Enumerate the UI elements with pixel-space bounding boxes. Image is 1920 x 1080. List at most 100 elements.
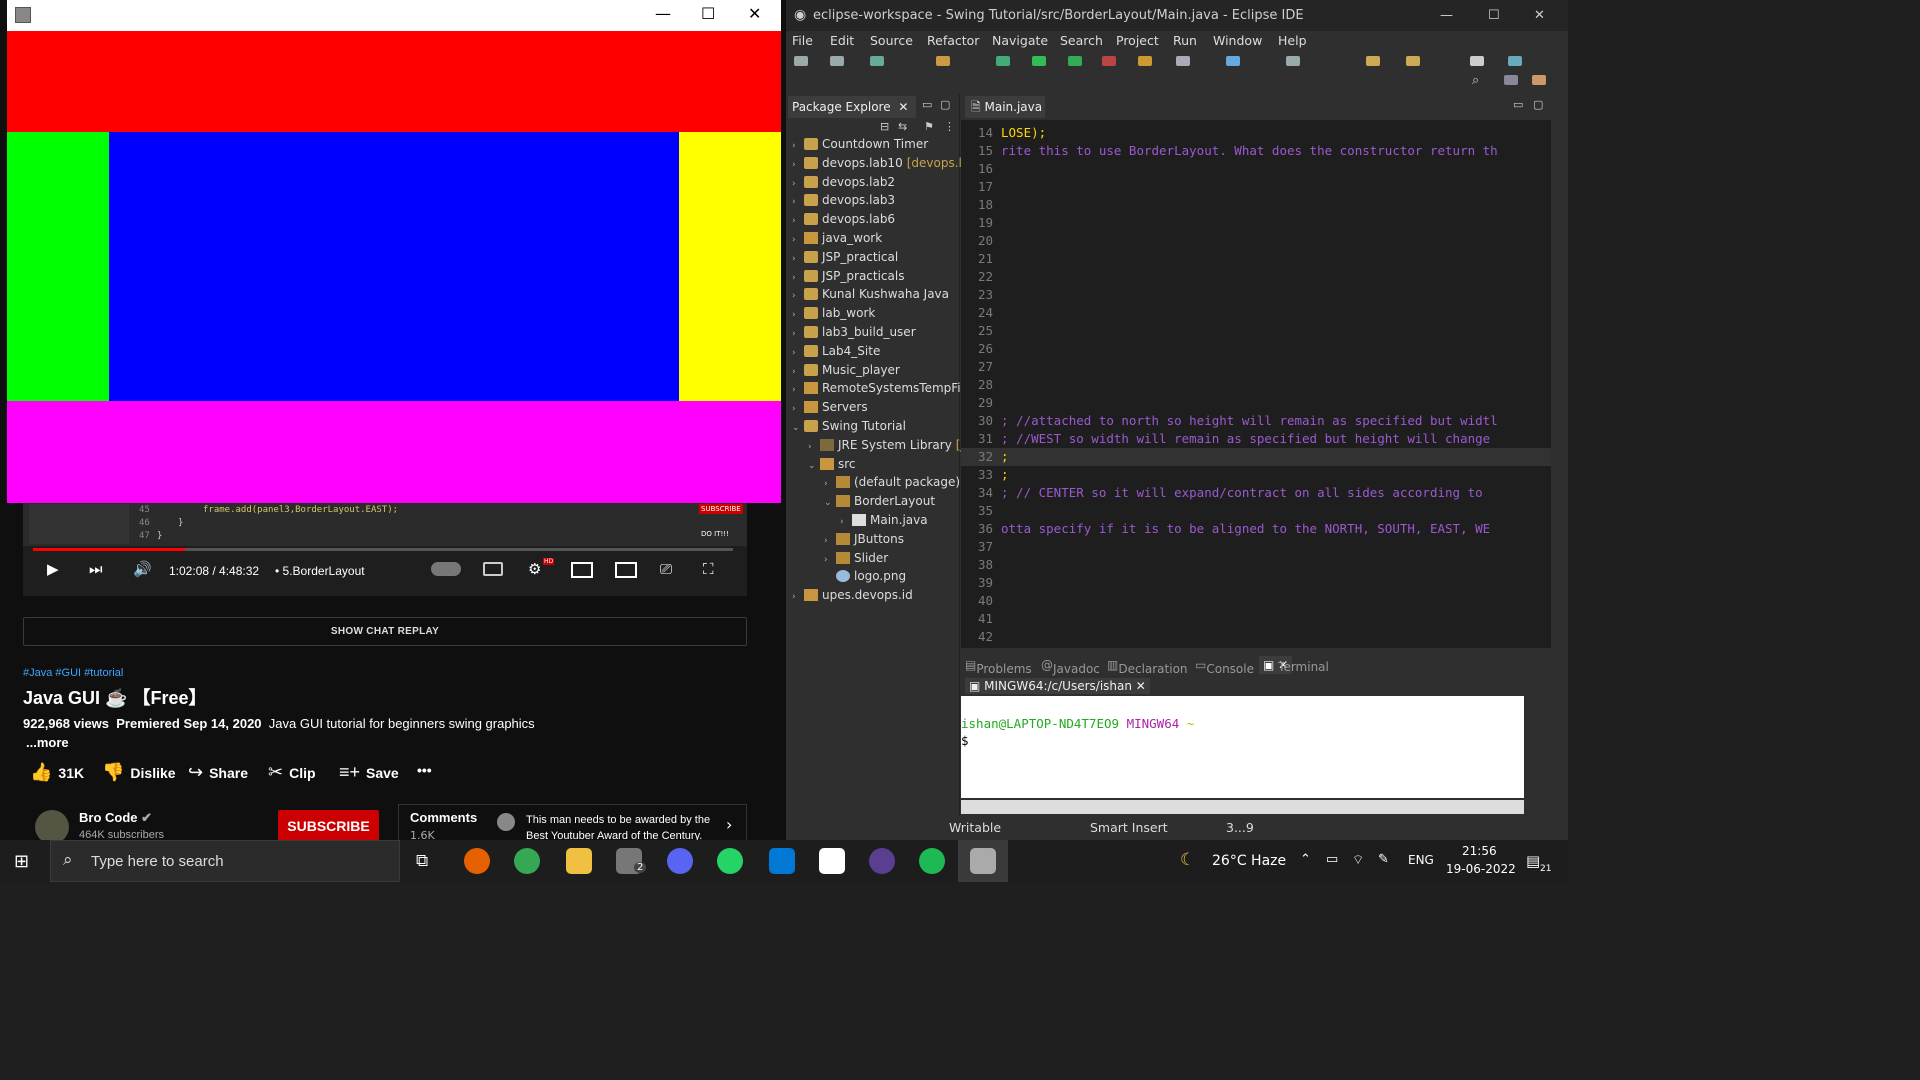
tree-item[interactable]: › (default package) [824, 473, 960, 491]
chevron-right-icon[interactable]: › [792, 306, 804, 324]
terminal-hscrollbar[interactable] [961, 800, 1524, 814]
tree-item[interactable]: › Music_player [792, 361, 900, 379]
menu-project[interactable]: Project [1116, 33, 1159, 48]
tree-item[interactable]: logo.png [824, 567, 906, 585]
code-line[interactable]: 25 [961, 322, 1551, 340]
tree-item[interactable]: › java_work [792, 229, 882, 247]
view-menu-icon[interactable]: ⋮ [944, 120, 955, 133]
video-chapter[interactable]: • 5.BorderLayout [275, 564, 365, 578]
link-editor-icon[interactable]: ⇆ [898, 120, 907, 133]
eclipse-title-bar[interactable]: ◉ eclipse-workspace - Swing Tutorial/src… [786, 0, 1568, 31]
chevron-right-icon[interactable]: › [792, 344, 804, 362]
menu-edit[interactable]: Edit [830, 33, 854, 48]
next-icon[interactable]: ⏭ [89, 560, 103, 578]
more-actions-button[interactable]: ••• [417, 762, 432, 778]
chevron-right-icon[interactable]: › [840, 513, 852, 531]
chevron-right-icon[interactable]: › [792, 588, 804, 606]
clock-date[interactable]: 19-06-2022 [1446, 862, 1516, 876]
code-line[interactable]: 26 [961, 340, 1551, 358]
code-line[interactable]: 14 LOSE); [961, 124, 1551, 142]
tree-item[interactable]: › Servers [792, 398, 868, 416]
windows-start-icon[interactable]: ⊞ [14, 851, 29, 872]
chevron-right-icon[interactable]: › [824, 551, 836, 569]
terminal-output[interactable]: ishan@LAPTOP-ND4T7EO9 MINGW64 ~ $ [961, 696, 1524, 814]
tab-main-java[interactable]: 🗎 Main.java ✕ [965, 96, 1045, 136]
code-line[interactable]: 39 [961, 574, 1551, 592]
search-icon[interactable] [1176, 56, 1190, 66]
weather-text[interactable]: 26°C Haze [1212, 853, 1286, 869]
battery-icon[interactable]: ▭ [1326, 852, 1338, 867]
minimize-icon[interactable]: ▭ [1513, 98, 1523, 111]
tree-item[interactable]: › JSP_practicals [792, 267, 904, 285]
chevron-up-icon[interactable]: ⌃ [1300, 852, 1311, 867]
menu-help[interactable]: Help [1278, 33, 1307, 48]
spotify-icon[interactable] [919, 848, 945, 874]
taskbar-search[interactable]: ⌕ Type here to search [50, 840, 400, 882]
perspective-icon[interactable] [1508, 56, 1522, 66]
more-link[interactable]: ...more [26, 735, 69, 750]
code-line[interactable]: 18 [961, 196, 1551, 214]
video-player[interactable]: 45 frame.add(panel3,BorderLayout.EAST); … [23, 500, 747, 596]
chevron-right-icon[interactable]: › [792, 325, 804, 343]
tree-item[interactable]: › JButtons [824, 530, 904, 548]
pen-icon[interactable]: ✎ [1378, 852, 1389, 867]
package-icon[interactable] [936, 56, 950, 66]
task-view-icon[interactable]: ⧉ [416, 851, 428, 871]
tree-item[interactable]: ›JRE System Library[Ja [808, 436, 971, 454]
chevron-right-icon[interactable]: › [792, 363, 804, 381]
video-hashtags[interactable]: #Java #GUI #tutorial [23, 667, 123, 679]
close-icon[interactable]: ✕ [748, 4, 761, 23]
tab-terminal[interactable]: ▣ Terminal ✕ [1259, 656, 1329, 674]
chevron-right-icon[interactable]: › [792, 400, 804, 418]
cast-icon[interactable]: ⎚ [660, 560, 672, 578]
code-line[interactable]: 35 [961, 502, 1551, 520]
code-line[interactable]: 38 [961, 556, 1551, 574]
chevron-down-icon[interactable]: ⌄ [808, 457, 820, 475]
chevron-right-icon[interactable]: › [792, 175, 804, 193]
code-line[interactable]: 23 [961, 286, 1551, 304]
file-explorer-icon[interactable] [566, 848, 592, 874]
chevron-right-icon[interactable]: › [792, 381, 804, 399]
code-line[interactable]: 29 [961, 394, 1551, 412]
code-editor[interactable]: 14 LOSE); 15 rite this to use BorderLayout.… [961, 120, 1551, 648]
show-chat-replay-button[interactable]: SHOW CHAT REPLAY [23, 617, 747, 646]
open-type-icon[interactable] [1138, 56, 1152, 66]
swing-title-bar[interactable]: — ☐ ✕ [7, 0, 781, 31]
chevron-right-icon[interactable]: › [792, 193, 804, 211]
forward-icon[interactable] [1406, 56, 1420, 66]
tree-item[interactable]: › Countdown Timer [792, 135, 928, 153]
menu-source[interactable]: Source [870, 33, 913, 48]
tree-item[interactable]: › devops.lab3 [792, 191, 895, 209]
tree-item[interactable]: › JSP_practical [792, 248, 898, 266]
theater-icon[interactable] [615, 562, 637, 578]
dislike-button[interactable]: 👎 Dislike [102, 762, 176, 783]
menu-window[interactable]: Window [1213, 33, 1262, 48]
filter-icon[interactable]: ⚑ [924, 120, 934, 133]
firefox-icon[interactable] [464, 848, 490, 874]
tree-item[interactable]: › devops.lab6 [792, 210, 895, 228]
language-indicator[interactable]: ENG [1408, 853, 1434, 867]
save-button[interactable]: ≡+ Save [339, 762, 399, 783]
menu-search[interactable]: Search [1060, 33, 1103, 48]
code-line[interactable]: 37 [961, 538, 1551, 556]
minimize-icon[interactable]: ▭ [922, 98, 932, 111]
code-line[interactable]: 16 [961, 160, 1551, 178]
menu-refactor[interactable]: Refactor [927, 33, 979, 48]
code-line[interactable]: 41 [961, 610, 1551, 628]
clock-time[interactable]: 21:56 [1462, 844, 1497, 858]
code-line[interactable]: 32; [961, 448, 1551, 466]
tab-problems[interactable]: ▤ Problems [965, 658, 1032, 676]
code-line[interactable]: 24 [961, 304, 1551, 322]
maximize-icon[interactable]: ▢ [1533, 98, 1543, 111]
captions-icon[interactable] [483, 562, 503, 576]
coverage-icon[interactable] [1068, 56, 1082, 66]
chevron-right-icon[interactable]: › [792, 250, 804, 268]
tree-item[interactable]: › upes.devops.id [792, 586, 913, 604]
tree-item[interactable]: ⌄ src [808, 455, 856, 473]
vscode-icon[interactable] [769, 848, 795, 874]
menu-file[interactable]: File [792, 33, 813, 48]
terminal-session-tab[interactable]: ▣ MINGW64:/c/Users/ishan ✕ [965, 678, 1150, 694]
close-icon[interactable]: ✕ [898, 100, 908, 114]
tree-item[interactable]: › Main.java [840, 511, 928, 529]
eclipse-icon[interactable] [869, 848, 895, 874]
